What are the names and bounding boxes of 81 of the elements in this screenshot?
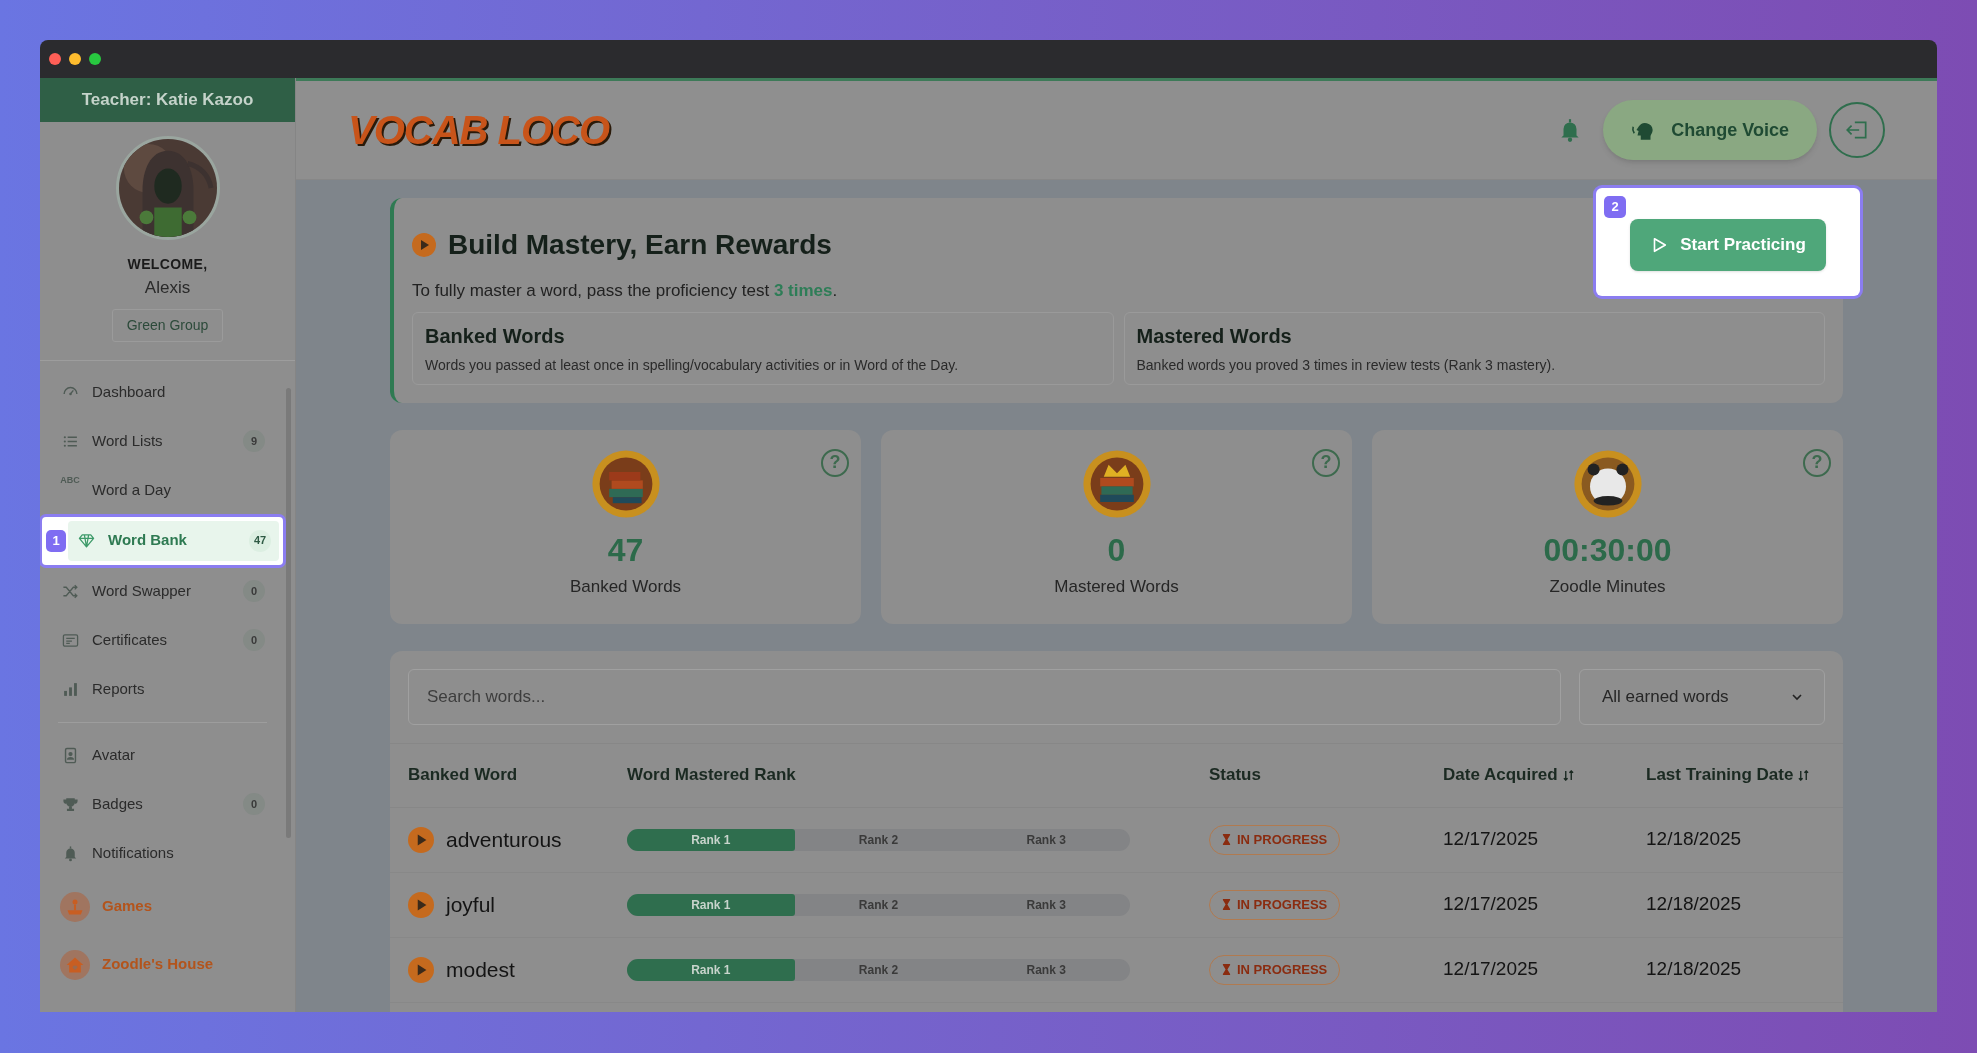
play-button[interactable] [408,826,434,853]
hourglass-icon [1222,898,1231,911]
group-tag: Green Group [111,308,224,342]
search-field[interactable]: Search words... [408,668,1561,725]
sort-icon[interactable] [1562,769,1574,781]
trophy-icon [60,795,80,813]
count-badge: 0 [243,793,265,815]
sidebar-item[interactable]: Avatar [48,730,277,780]
count-badge: 9 [243,430,265,452]
count-badge: 47 [249,529,271,552]
certificate-icon [60,631,80,649]
stat-value: 47 [607,530,644,570]
date-cell-text: 12/17/2025 [1443,827,1540,852]
rank-label: Rank 3 [1026,896,1066,914]
sidebar-item[interactable]: ABC Word a Day [48,465,277,515]
play-button[interactable] [408,891,434,918]
caret-icon [1792,691,1802,702]
count-badge: 0 [243,580,265,602]
definition-title: Banked Words [425,323,566,349]
teacher-banner: Teacher: Katie Kazoo [40,78,295,122]
column-header: Word Mastered Rank [627,764,797,787]
sort-icon[interactable] [1798,769,1810,781]
definition-text: Banked words you proved 3 times in review tests (Rank 3 mastery). [1136,355,1557,375]
rank-label: Rank 3 [1026,961,1066,979]
sidebar-item[interactable]: Certificates 0 [48,615,277,665]
crown-books-medal-icon [1080,447,1153,520]
logo: VOCAB LOCO [348,107,610,154]
count-badge: 0 [243,629,265,651]
step-number-badge: 2 [1604,196,1626,218]
sidebar-item[interactable]: Reports [48,664,277,714]
hourglass-icon [1222,963,1231,976]
stat-label: Zoodle Minutes [1549,575,1666,598]
stat-value: 0 [1107,530,1126,570]
panda-medal-icon [1571,447,1644,520]
sidebar-item[interactable]: Word Lists 9 [48,416,277,466]
step-number-badge: 1 [46,529,66,552]
sidebar-item[interactable]: Badges 0 [48,779,277,829]
instruction-text: To fully master a word, pass the proficiency test 3 times. [412,280,839,302]
rank-label: Rank 3 [1026,831,1066,849]
welcome-label: WELCOME, [126,255,209,274]
date-cell-text: 12/17/2025 [1443,892,1540,917]
column-header: Status [1209,764,1262,787]
definition-text: Words you passed at least once in spelling/vocabulary activities or in Word of the Day. [425,355,960,375]
student-name: Alexis [143,277,192,299]
rank-label: Rank 1 [691,961,731,979]
rank-label: Rank 2 [858,896,899,914]
column-header[interactable]: Date Acquired [1443,762,1646,788]
stat-label: Banked Words [569,575,682,598]
column-header: Banked Word [408,764,519,787]
sidebar-item[interactable]: Word Swapper 0 [48,566,277,616]
card-title: Build Mastery, Earn Rewards [448,228,832,262]
definition-title: Mastered Words [1136,323,1293,349]
play-icon [412,233,436,257]
word-text: adventurous [446,826,562,853]
joystick-icon [60,891,90,922]
rank-label: Rank 2 [858,961,899,979]
rank-label: Rank 2 [858,831,899,849]
shuffle-icon [60,582,80,600]
word-text: joyful [446,891,496,918]
change-voice-button[interactable]: Change Voice [1603,100,1817,160]
start-practicing-button[interactable]: Start Practicing [1630,219,1826,271]
rank-label: Rank 1 [691,896,731,914]
stat-label: Mastered Words [1054,575,1179,598]
word-text: modest [446,956,515,983]
sidebar-item[interactable]: Notifications [48,828,277,878]
rank-label: Rank 1 [691,831,731,849]
hourglass-icon [1222,833,1231,846]
play-button[interactable] [408,956,434,983]
date-cell-text: 12/18/2025 [1646,892,1743,917]
gem-icon [76,532,96,549]
abc-label: ABC [60,475,80,485]
house-icon [60,949,90,980]
books-medal-icon [589,447,662,520]
date-cell-text: 12/17/2025 [1443,957,1540,982]
sidebar-item[interactable]: Dashboard [48,367,277,417]
date-cell-text: 12/18/2025 [1646,957,1743,982]
stat-value: 00:30:00 [1543,530,1672,570]
date-cell-text: 12/18/2025 [1646,827,1743,852]
sidebar-item[interactable]: Word Bank 47 [68,520,279,561]
filter-dropdown[interactable]: All earned words [1579,668,1825,725]
column-header[interactable]: Last Training Date [1646,762,1825,788]
